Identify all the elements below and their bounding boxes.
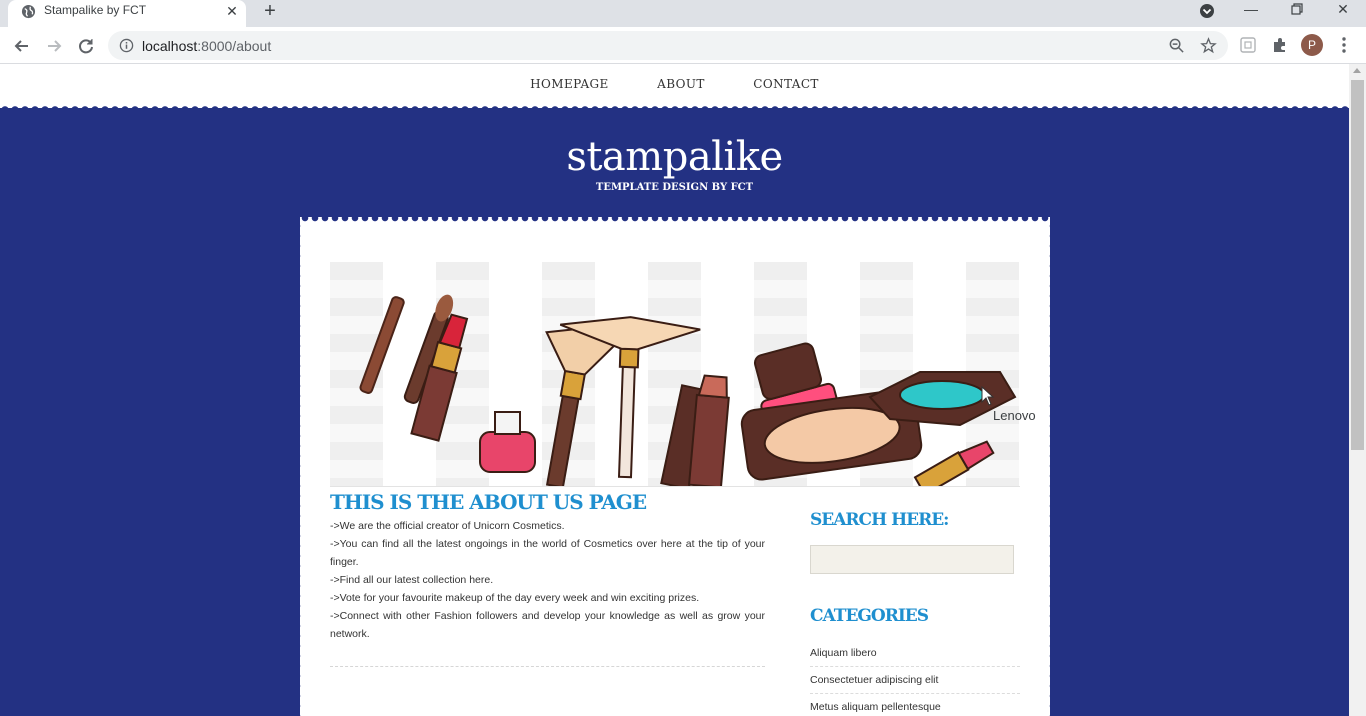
search-heading: SEARCH HERE: — [810, 510, 949, 530]
back-icon[interactable] — [11, 35, 33, 57]
profile-avatar[interactable]: P — [1301, 34, 1323, 56]
globe-icon — [21, 4, 36, 19]
url-text: localhost:8000/about — [142, 38, 272, 54]
category-link[interactable]: Aliquam libero — [810, 640, 1020, 667]
scalloped-border — [0, 102, 1349, 110]
close-window-icon[interactable]: ✕ — [1320, 0, 1366, 22]
browser-tab-strip: Stampalike by FCT ✕ + — ✕ — [0, 0, 1366, 27]
browser-toolbar: localhost:8000/about P — [0, 27, 1366, 64]
categories-heading: CATEGORIES — [810, 606, 929, 626]
categories-list: Aliquam libero Consectetuer adipiscing e… — [810, 640, 1020, 716]
about-line: ->Connect with other Fashion followers a… — [330, 610, 765, 640]
scroll-up-arrow-icon[interactable] — [1353, 68, 1361, 73]
page-viewport: HOMEPAGE ABOUT CONTACT stampalike TEMPLA… — [0, 64, 1349, 716]
about-line: ->Vote for your favourite makeup of the … — [330, 592, 700, 604]
stamp-perforation-top — [300, 217, 1050, 225]
category-link[interactable]: Metus aliquam pellentesque — [810, 694, 1020, 716]
nav-link-about[interactable]: ABOUT — [657, 64, 705, 104]
nav-link-homepage[interactable]: HOMEPAGE — [530, 64, 609, 104]
address-bar[interactable]: localhost:8000/about — [108, 31, 1228, 60]
about-line: ->You can find all the latest ongoings i… — [330, 538, 765, 568]
mouse-cursor-icon — [981, 386, 995, 406]
search-input[interactable] — [810, 545, 1014, 574]
zoom-icon[interactable] — [1168, 37, 1185, 54]
page-scrollbar[interactable] — [1349, 64, 1366, 716]
content-divider — [330, 666, 765, 667]
bookmark-star-icon[interactable] — [1200, 37, 1217, 54]
close-tab-icon[interactable]: ✕ — [224, 3, 240, 19]
category-link[interactable]: Consectetuer adipiscing elit — [810, 667, 1020, 694]
stamp-perforation-right — [1046, 221, 1054, 716]
nav-link-contact[interactable]: CONTACT — [753, 64, 819, 104]
extensions-puzzle-icon[interactable] — [1270, 35, 1290, 55]
tab-title: Stampalike by FCT — [44, 3, 147, 17]
scrollbar-thumb[interactable] — [1351, 80, 1364, 450]
site-tagline: TEMPLATE DESIGN BY FCT — [595, 182, 754, 193]
reload-icon[interactable] — [75, 35, 97, 57]
cosmetics-hero-image — [330, 262, 1020, 486]
forward-icon[interactable] — [43, 35, 65, 57]
tab-search-icon[interactable] — [1198, 2, 1216, 20]
about-line: ->We are the official creator of Unicorn… — [330, 520, 565, 532]
minimize-icon[interactable]: — — [1228, 0, 1274, 22]
site-navigation: HOMEPAGE ABOUT CONTACT — [0, 64, 1349, 104]
about-text: ->We are the official creator of Unicorn… — [330, 517, 765, 643]
page-title: THIS IS THE ABOUT US PAGE — [330, 490, 647, 514]
extension-page-icon[interactable] — [1238, 35, 1258, 55]
browser-menu-icon[interactable] — [1336, 34, 1352, 56]
browser-tab[interactable]: Stampalike by FCT ✕ — [8, 0, 246, 27]
new-tab-icon[interactable]: + — [259, 0, 281, 22]
site-logo[interactable]: stampalike — [0, 134, 1349, 180]
stamp-perforation-left — [296, 221, 304, 716]
restore-icon[interactable] — [1274, 0, 1320, 22]
about-line: ->Find all our latest collection here. — [330, 574, 494, 586]
hero-divider — [330, 486, 1020, 487]
site-info-icon[interactable] — [119, 38, 134, 53]
hover-tooltip: Lenovo — [993, 408, 1036, 423]
